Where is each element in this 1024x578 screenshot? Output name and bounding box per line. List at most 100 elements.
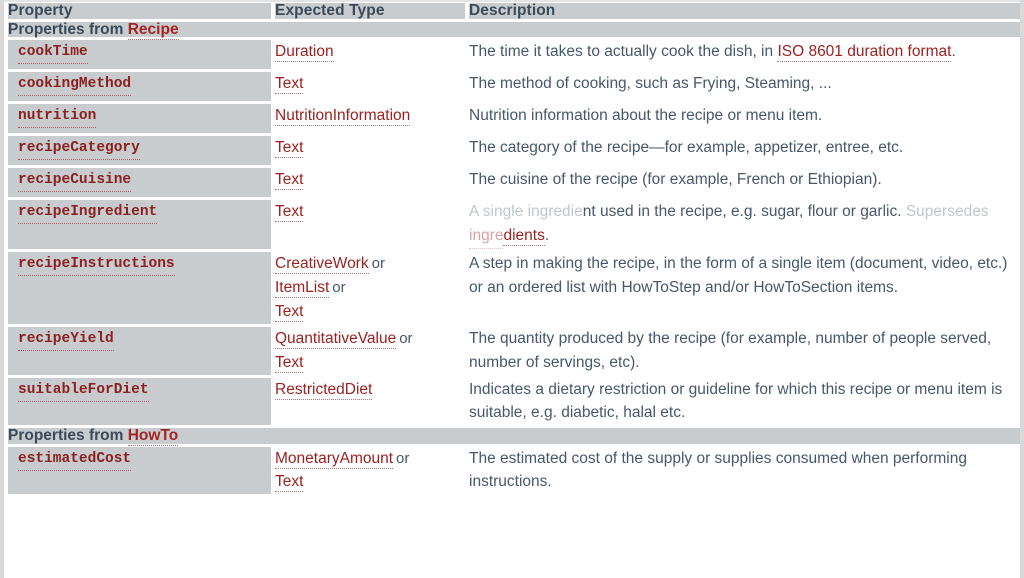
property-name-link[interactable]: recipeCategory — [18, 140, 140, 160]
table-header: Property Expected Type Description — [8, 3, 1020, 19]
section-band-prefix: Properties from — [8, 427, 128, 445]
description-cell: The method of cooking, such as Frying, S… — [469, 72, 1020, 101]
description-text: Supersedes — [905, 203, 989, 220]
expected-type-link[interactable]: Text — [275, 473, 304, 493]
property-cell-inner: estimatedCost — [8, 447, 271, 476]
property-name-link[interactable]: estimatedCost — [18, 451, 132, 471]
description-text: The cuisine of the recipe (for example, … — [469, 171, 882, 188]
property-cell-inner: recipeCategory — [8, 136, 271, 165]
description-cell: The cuisine of the recipe (for example, … — [469, 168, 1020, 197]
property-cell-inner: recipeYield — [8, 327, 271, 356]
description-cell: The estimated cost of the supply or supp… — [469, 446, 1020, 495]
description-cell: A step in making the recipe, in the form… — [469, 252, 1020, 324]
description-text: The time it takes to actually cook the d… — [469, 43, 778, 60]
property-name-link[interactable]: recipeYield — [18, 331, 114, 351]
table-row: recipeInstructions CreativeWork or ItemList… — [8, 252, 1020, 324]
property-cell: recipeCategory — [8, 136, 271, 165]
description-cell: Indicates a dietary restriction or guide… — [469, 377, 1020, 426]
property-name-link[interactable]: cookTime — [18, 44, 88, 64]
table-row: estimatedCost MonetaryAmount or Text The est… — [8, 446, 1020, 495]
table-row: recipeIngredient Text A single ingredient … — [8, 200, 1020, 250]
property-cell: suitableForDiet — [8, 377, 271, 426]
expected-type-link[interactable]: Text — [275, 139, 304, 158]
table-row: recipeCuisine Text The cuisine of the reci… — [8, 168, 1020, 197]
expected-type-cell: MonetaryAmount or Text — [275, 446, 465, 495]
description-cell: The category of the recipe—for example, … — [469, 136, 1020, 165]
property-cell: estimatedCost — [8, 446, 271, 495]
description-text: . — [544, 226, 550, 244]
description-text: The quantity produced by the recipe (for… — [469, 329, 992, 371]
expected-type-link[interactable]: Text — [275, 303, 304, 323]
expected-type-link[interactable]: MonetaryAmount — [275, 449, 394, 469]
property-cell: nutrition — [8, 104, 271, 133]
expected-type-cell: Text — [275, 72, 465, 101]
type-or-separator: or — [371, 255, 385, 273]
property-name-link[interactable]: cookingMethod — [18, 76, 132, 96]
expected-type-link[interactable]: ItemList — [275, 279, 330, 299]
section-band: Properties from Recipe — [8, 20, 1020, 40]
property-cell-inner: cookTime — [8, 40, 271, 69]
bottom-scroll-fade — [4, 492, 1020, 578]
property-cell-inner: nutrition — [8, 104, 271, 133]
column-header-property: Property — [8, 3, 271, 19]
property-name-link[interactable]: recipeIngredient — [18, 204, 158, 224]
property-name-link[interactable]: recipeInstructions — [18, 256, 175, 277]
property-cell: recipeYield — [8, 326, 271, 375]
column-header-description: Description — [469, 3, 1020, 19]
property-cell-inner: suitableForDiet — [8, 378, 271, 407]
expected-type-cell: Duration — [275, 40, 465, 69]
property-cell-inner: cookingMethod — [8, 72, 271, 101]
description-text: The category of the recipe—for example, … — [469, 139, 904, 156]
property-cell: recipeIngredient — [8, 200, 271, 250]
table-row: cookingMethod Text The method of cooking, … — [8, 72, 1020, 101]
column-header-expected-type: Expected Type — [275, 3, 465, 19]
expected-type-cell: NutritionInformation — [275, 104, 465, 133]
section-band-prefix: Properties from — [8, 20, 128, 38]
expected-type-link[interactable]: Text — [275, 203, 304, 222]
table-row: recipeYield QuantitativeValue or Text The qu… — [8, 326, 1020, 375]
property-name-link[interactable]: suitableForDiet — [18, 382, 149, 402]
schema-properties-table: Property Expected Type Description Prope… — [4, 0, 1020, 497]
table-row: cookTime Duration The time it takes to act… — [8, 40, 1020, 69]
expected-type-link[interactable]: Text — [275, 75, 304, 94]
expected-type-cell: Text — [275, 136, 465, 165]
section-band-type-link[interactable]: HowTo — [127, 427, 179, 447]
expected-type-link[interactable]: Duration — [275, 43, 334, 62]
expected-type-link[interactable]: Text — [275, 171, 304, 190]
schema-properties-viewport: Property Expected Type Description Prope… — [0, 0, 1024, 578]
description-text: The method of cooking, such as Frying, S… — [469, 75, 832, 92]
property-name-link[interactable]: nutrition — [18, 108, 97, 128]
table-row: nutrition NutritionInformation Nutrition i… — [8, 104, 1020, 133]
expected-type-link[interactable]: RestrictedDiet — [275, 380, 373, 400]
table-header-row: Property Expected Type Description — [8, 3, 1020, 19]
type-or-separator: or — [332, 279, 346, 297]
expected-type-link[interactable]: NutritionInformation — [275, 107, 411, 126]
description-cell: The quantity produced by the recipe (for… — [469, 326, 1020, 375]
expected-type-link[interactable]: Text — [275, 353, 304, 373]
description-link[interactable]: ingre — [469, 224, 504, 250]
expected-type-link[interactable]: CreativeWork — [275, 255, 369, 275]
expected-type-cell: Text — [275, 200, 465, 250]
table-row: suitableForDiet RestrictedDiet Indicates a… — [8, 377, 1020, 426]
expected-type-cell: Text — [275, 168, 465, 197]
description-text: nt used in the recipe, e.g. sugar, flour… — [582, 203, 906, 220]
property-cell-inner: recipeCuisine — [8, 168, 271, 197]
section-band-type-link[interactable]: Recipe — [127, 20, 179, 40]
description-text: A step in making the recipe, in the form… — [469, 255, 1008, 297]
type-or-separator: or — [399, 329, 413, 347]
property-cell: recipeCuisine — [8, 168, 271, 197]
property-cell-inner: recipeIngredient — [8, 200, 271, 229]
description-link[interactable]: ISO 8601 duration format — [777, 43, 952, 62]
expected-type-link[interactable]: QuantitativeValue — [275, 329, 397, 349]
description-text: The estimated cost of the supply or supp… — [469, 449, 967, 491]
expected-type-cell: CreativeWork or ItemList or Text — [275, 252, 465, 324]
property-name-link[interactable]: recipeCuisine — [18, 172, 132, 192]
property-cell-inner: recipeInstructions — [8, 252, 271, 281]
description-cell: A single ingredient used in the recipe, … — [469, 200, 1020, 250]
expected-type-cell: RestrictedDiet — [275, 377, 465, 426]
property-cell: cookingMethod — [8, 72, 271, 101]
description-cell: Nutrition information about the recipe o… — [469, 104, 1020, 133]
section-band: Properties from HowTo — [8, 427, 1020, 447]
property-cell: recipeInstructions — [8, 252, 271, 324]
description-link[interactable]: dients — [503, 226, 545, 246]
